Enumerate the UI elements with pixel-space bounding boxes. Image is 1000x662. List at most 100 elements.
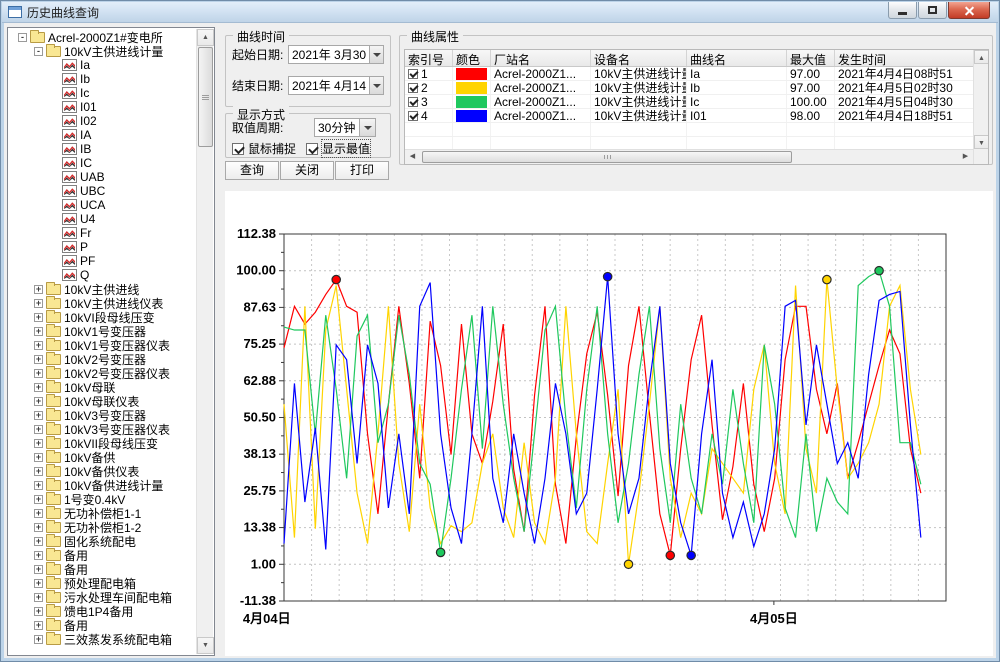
chevron-down-icon[interactable] xyxy=(369,46,383,63)
tree-expander-icon[interactable]: + xyxy=(34,354,43,364)
tree-expander-icon[interactable]: + xyxy=(34,634,43,644)
tree-expander-icon[interactable]: + xyxy=(34,326,43,336)
tree-item[interactable]: Ia xyxy=(8,58,196,72)
tree-expander-icon[interactable]: + xyxy=(34,284,43,294)
table-horizontal-scrollbar[interactable]: ◀ ▶ xyxy=(405,149,973,164)
tree-expander-icon[interactable]: + xyxy=(34,536,43,546)
table-row[interactable]: 4 Acrel-2000Z1... 10kV主供进线计量 I01 98.00 2… xyxy=(405,109,988,123)
tree-expander-icon[interactable]: + xyxy=(34,480,43,490)
tree-expander-icon[interactable]: + xyxy=(34,466,43,476)
tree-item[interactable]: I02 xyxy=(8,114,196,128)
tree-item-label: IC xyxy=(80,156,92,170)
row-index: 1 xyxy=(421,67,428,80)
print-button[interactable]: 打印 xyxy=(335,161,389,180)
close-button[interactable] xyxy=(948,2,990,19)
tree-item[interactable]: Ic xyxy=(8,86,196,100)
minimize-button[interactable] xyxy=(888,2,917,19)
tree-item[interactable]: + 馈电1P4备用 xyxy=(8,603,196,619)
tree-item[interactable]: + 固化系统配电 xyxy=(8,533,196,549)
scroll-right-icon[interactable]: ▶ xyxy=(958,150,973,164)
column-header[interactable]: 曲线名 xyxy=(687,50,787,66)
tree-item[interactable]: + 三效蒸发系统配电箱 xyxy=(8,631,196,647)
tree-expander-icon[interactable]: + xyxy=(34,382,43,392)
tree-expander-icon[interactable]: + xyxy=(34,396,43,406)
tree-item[interactable]: IA xyxy=(8,128,196,142)
tree-expander-icon[interactable]: + xyxy=(34,438,43,448)
row-checkbox[interactable] xyxy=(408,82,418,93)
tree-expander-icon[interactable]: + xyxy=(34,564,43,574)
tree-item[interactable]: UAB xyxy=(8,170,196,184)
row-checkbox[interactable] xyxy=(408,96,418,107)
tree-node-icon xyxy=(62,115,77,127)
scroll-down-icon[interactable]: ▼ xyxy=(974,135,988,149)
column-header[interactable]: 索引号 xyxy=(405,50,453,66)
tree-item[interactable]: UBC xyxy=(8,184,196,198)
tree-node-icon xyxy=(62,101,77,113)
tree-item[interactable]: PF xyxy=(8,254,196,268)
chevron-down-icon[interactable] xyxy=(369,77,383,94)
tree-expander-icon[interactable]: + xyxy=(34,340,43,350)
scroll-down-icon[interactable]: ▼ xyxy=(197,637,214,654)
tree-item[interactable]: P xyxy=(8,240,196,254)
tree-expander-icon[interactable]: - xyxy=(34,46,43,56)
tree-expander-icon[interactable]: + xyxy=(34,620,43,630)
chevron-down-icon[interactable] xyxy=(359,119,375,136)
table-row[interactable]: 1 Acrel-2000Z1... 10kV主供进线计量 Ia 97.00 20… xyxy=(405,67,988,81)
tree-expander-icon[interactable]: + xyxy=(34,424,43,434)
tree-expander-icon[interactable]: + xyxy=(34,368,43,378)
scroll-up-icon[interactable]: ▲ xyxy=(974,50,988,64)
row-checkbox[interactable] xyxy=(408,110,418,121)
scroll-up-icon[interactable]: ▲ xyxy=(197,29,214,46)
tree-item[interactable]: U4 xyxy=(8,212,196,226)
tree-node-icon xyxy=(62,227,77,239)
tree-expander-icon[interactable]: + xyxy=(34,592,43,602)
tree-expander-icon[interactable]: + xyxy=(34,550,43,560)
tree-expander-icon[interactable]: + xyxy=(34,578,43,588)
table-hscroll-thumb[interactable] xyxy=(422,151,792,163)
row-checkbox[interactable] xyxy=(408,68,418,79)
station-tree-panel: - Acrel-2000Z1#变电所 - 10kV主供进线计量 Ia Ib Ic… xyxy=(7,27,215,656)
tree-expander-icon[interactable]: - xyxy=(18,32,27,42)
tree-scrollbar[interactable]: ▲ ▼ xyxy=(196,29,214,654)
tree-expander-icon[interactable]: + xyxy=(34,508,43,518)
column-header[interactable]: 厂站名 xyxy=(491,50,591,66)
column-header[interactable]: 设备名 xyxy=(591,50,687,66)
tree-item[interactable]: - 10kV主供进线计量 xyxy=(8,43,196,59)
scroll-left-icon[interactable]: ◀ xyxy=(405,150,420,164)
tree-expander-icon[interactable]: + xyxy=(34,410,43,420)
row-index: 2 xyxy=(421,81,428,94)
start-date-combo[interactable]: 2021年 3月30 xyxy=(288,45,384,64)
tree-item[interactable]: IB xyxy=(8,142,196,156)
period-combo[interactable]: 30分钟 xyxy=(314,118,376,137)
end-date-combo[interactable]: 2021年 4月14 xyxy=(288,76,384,95)
tree-expander-icon[interactable]: + xyxy=(34,298,43,308)
tree-scrollbar-thumb[interactable] xyxy=(198,47,213,147)
tree-item[interactable]: Ib xyxy=(8,72,196,86)
tree-expander-icon[interactable]: + xyxy=(34,312,43,322)
history-curve-chart[interactable]: 112.38 100.00 87.63 75.25 62.88 50.50 38.13 25.… xyxy=(225,191,993,656)
tree-item[interactable]: IC xyxy=(8,156,196,170)
tree-item[interactable]: UCA xyxy=(8,198,196,212)
table-row[interactable]: 3 Acrel-2000Z1... 10kV主供进线计量 Ic 100.00 2… xyxy=(405,95,988,109)
column-header[interactable]: 颜色 xyxy=(453,50,491,66)
table-vertical-scrollbar[interactable]: ▲ ▼ xyxy=(973,50,988,164)
tree-expander-icon[interactable]: + xyxy=(34,606,43,616)
mouse-capture-checkbox[interactable] xyxy=(232,142,244,155)
max-value-cell: 100.00 xyxy=(787,95,835,108)
tree-expander-icon[interactable]: + xyxy=(34,452,43,462)
query-button[interactable]: 查询 xyxy=(225,161,279,180)
y-tick-label: 87.63 xyxy=(243,299,276,314)
tree-item[interactable]: + 备用 xyxy=(8,547,196,563)
tree-expander-icon[interactable]: + xyxy=(34,522,43,532)
column-header[interactable]: 最大值 xyxy=(787,50,835,66)
show-extremes-checkbox[interactable] xyxy=(306,142,319,155)
tree-expander-icon[interactable]: + xyxy=(34,494,43,504)
maximize-button[interactable] xyxy=(918,2,947,19)
column-header[interactable]: 发生时间 xyxy=(835,50,975,66)
titlebar[interactable]: 历史曲线查询 xyxy=(2,2,998,23)
close-dialog-button[interactable]: 关闭 xyxy=(280,161,334,180)
tree-item[interactable]: Fr xyxy=(8,226,196,240)
table-row[interactable]: 2 Acrel-2000Z1... 10kV主供进线计量 Ib 97.00 20… xyxy=(405,81,988,95)
maximize-icon xyxy=(928,6,937,14)
tree-item[interactable]: I01 xyxy=(8,100,196,114)
